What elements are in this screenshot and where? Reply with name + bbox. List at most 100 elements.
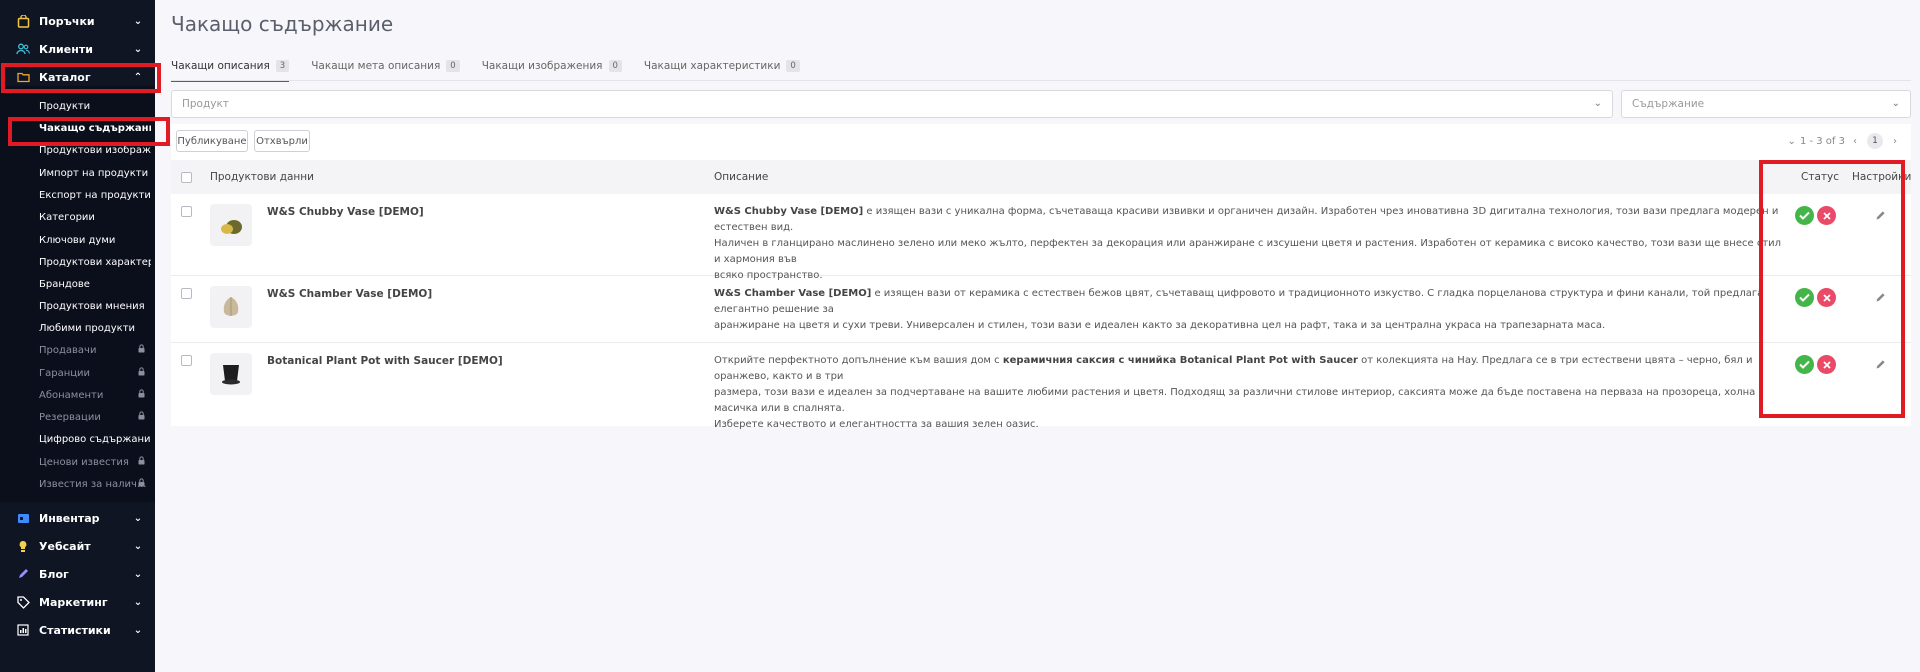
sidebar-subitem[interactable]: Любими продукти [39, 318, 151, 338]
tab-pending-images[interactable]: Чакащи изображения 0 [482, 54, 622, 78]
count-badge: 0 [786, 60, 800, 72]
sidebar-subitem[interactable]: Експорт на продукти [39, 185, 151, 205]
lock-icon [138, 389, 145, 401]
sidebar-subitem[interactable]: Импорт на продукти [39, 163, 151, 183]
content-filter-placeholder: Съдържание [1632, 98, 1705, 110]
description-text: е изящен вази от керамика с естествен бе… [714, 288, 1764, 315]
content-filter-select[interactable]: Съдържание ⌄ [1621, 90, 1911, 118]
chevron-down-icon: ⌄ [1593, 98, 1602, 109]
tag-icon [16, 595, 30, 609]
sidebar-subitem-label: Брандове [39, 278, 90, 290]
pending-content-table-panel: Публикуване Отхвърли ⌄ 1 - 3 of 3 ‹ 1 › … [171, 124, 1911, 430]
sidebar-subitem-label: Любими продукти [39, 322, 136, 334]
highlight-catalog [1, 63, 161, 93]
chevron-down-icon: ⌄ [133, 512, 143, 524]
sidebar-item-label: Уебсайт [39, 539, 91, 553]
count-badge: 0 [446, 60, 460, 72]
per-page-chevron-icon[interactable]: ⌄ [1788, 136, 1796, 147]
lock-icon [138, 344, 145, 356]
website-icon [16, 539, 30, 553]
sidebar-subitem[interactable]: Резервации [39, 407, 151, 427]
page-title: Чакащо съдържание [171, 12, 394, 36]
sidebar-subitem[interactable]: Продуктови характер... [39, 252, 151, 272]
sidebar-item-inventory[interactable]: Инвентар ⌄ [0, 506, 155, 530]
tab-label: Чакащи характеристики [643, 60, 781, 72]
sidebar-item-marketing[interactable]: Маркетинг ⌄ [0, 590, 155, 614]
prev-page-icon[interactable]: ‹ [1853, 136, 1857, 147]
lock-icon [138, 367, 145, 379]
select-all-checkbox[interactable] [181, 172, 192, 183]
sidebar-subitem[interactable]: Гаранции [39, 363, 151, 383]
product-name[interactable]: Botanical Plant Pot with Saucer [DEMO] [267, 355, 503, 367]
sidebar-item-label: Инвентар [39, 511, 100, 525]
lock-icon [138, 456, 145, 468]
sidebar-item-blog[interactable]: Блог ⌄ [0, 562, 155, 586]
main-content: Чакащо съдържание Чакащи описания 3 Чака… [155, 0, 1920, 672]
sidebar-subitem-label: Ценови известия [39, 456, 129, 468]
sidebar-subitem-label: Цифрово съдържание [39, 433, 151, 445]
sidebar-subitem-label: Продуктови изображ... [39, 144, 151, 156]
lock-icon [138, 478, 145, 490]
highlight-status-settings [1759, 160, 1905, 418]
row-checkbox[interactable] [181, 355, 192, 366]
chevron-down-icon: ⌄ [133, 43, 143, 55]
description-text: Наличен в гланцирано маслинено зелено ил… [714, 238, 1782, 265]
sidebar-subitem[interactable]: Продукти [39, 96, 151, 116]
sidebar-item-orders[interactable]: Поръчки ⌄ [0, 9, 155, 33]
sidebar-item-label: Клиенти [39, 42, 93, 56]
catalog-submenu: Продукти Чакащо съдържание Продуктови изоб… [0, 86, 155, 502]
tab-pending-characteristics[interactable]: Чакащи характеристики 0 [644, 54, 800, 78]
header-description: Описание [714, 171, 769, 183]
sidebar-subitem[interactable]: Абонаменти [39, 385, 151, 405]
sidebar-item-label: Блог [39, 567, 69, 581]
publish-button[interactable]: Публикуване [176, 130, 248, 152]
next-page-icon[interactable]: › [1893, 136, 1897, 147]
pen-icon [16, 567, 30, 581]
sidebar-subitem[interactable]: Ценови известия [39, 452, 151, 472]
tab-pending-meta-descriptions[interactable]: Чакащи мета описания 0 [311, 54, 460, 78]
row-checkbox[interactable] [181, 288, 192, 299]
sidebar-subitem-label: Експорт на продукти [39, 189, 151, 201]
sidebar-subitem[interactable]: Категории [39, 207, 151, 227]
description-text: Изберете качеството и елегантността за в… [714, 419, 1039, 430]
description-text: размера, този вази е идеален за подчерта… [714, 387, 1756, 414]
page-number[interactable]: 1 [1867, 133, 1883, 149]
chevron-down-icon: ⌄ [133, 568, 143, 580]
description-bold: W&S Chubby Vase [DEMO] [714, 206, 864, 217]
product-description: W&S Chamber Vase [DEMO] е изящен вази от… [714, 286, 1784, 334]
product-name[interactable]: W&S Chamber Vase [DEMO] [267, 288, 432, 300]
description-text: Открийте перфектното допълнение към ваши… [714, 355, 1003, 366]
users-icon [16, 42, 30, 56]
product-filter-placeholder: Продукт [182, 98, 229, 110]
sidebar-subitem[interactable]: Цифрово съдържание [39, 429, 151, 449]
table-row: Botanical Plant Pot with Saucer [DEMO] О… [171, 343, 1911, 430]
table-header: Продуктови данни Описание Статус Настрой… [171, 160, 1911, 194]
pagination-range: 1 - 3 of 3 [1799, 135, 1845, 147]
sidebar-item-clients[interactable]: Клиенти ⌄ [0, 37, 155, 61]
sidebar-subitem[interactable]: Известия за налич... [39, 474, 151, 494]
chevron-down-icon: ⌄ [133, 596, 143, 608]
chevron-down-icon: ⌄ [1891, 98, 1900, 109]
sidebar-subitem[interactable]: Брандове [39, 274, 151, 294]
sidebar-item-label: Маркетинг [39, 595, 108, 609]
sidebar: Поръчки ⌄ Клиенти ⌄ Каталог ⌃ Продукти Ча… [0, 0, 155, 672]
sidebar-item-statistics[interactable]: Статистики ⌄ [0, 618, 155, 642]
chevron-down-icon: ⌄ [133, 15, 143, 27]
sidebar-item-website[interactable]: Уебсайт ⌄ [0, 534, 155, 558]
reject-button[interactable]: Отхвърли [254, 130, 310, 152]
product-name[interactable]: W&S Chubby Vase [DEMO] [267, 206, 424, 218]
product-thumbnail [210, 353, 252, 395]
sidebar-subitem-label: Продуктови мнения [39, 300, 145, 312]
sidebar-subitem-label: Категории [39, 211, 95, 223]
sidebar-subitem[interactable]: Продуктови мнения [39, 296, 151, 316]
sidebar-subitem[interactable]: Ключови думи [39, 230, 151, 250]
tab-pending-descriptions[interactable]: Чакащи описания 3 [171, 54, 290, 82]
tab-bar: Чакащи описания 3 Чакащи мета описания 0… [171, 54, 822, 82]
description-text: е изящен вази с уникална форма, съчетава… [714, 206, 1779, 233]
row-checkbox[interactable] [181, 206, 192, 217]
sidebar-subitem-label: Продукти [39, 100, 91, 112]
sidebar-subitem[interactable]: Продавачи [39, 340, 151, 360]
sidebar-subitem-label: Абонаменти [39, 389, 104, 401]
count-badge: 3 [275, 60, 290, 72]
product-filter-select[interactable]: Продукт ⌄ [171, 90, 1613, 118]
